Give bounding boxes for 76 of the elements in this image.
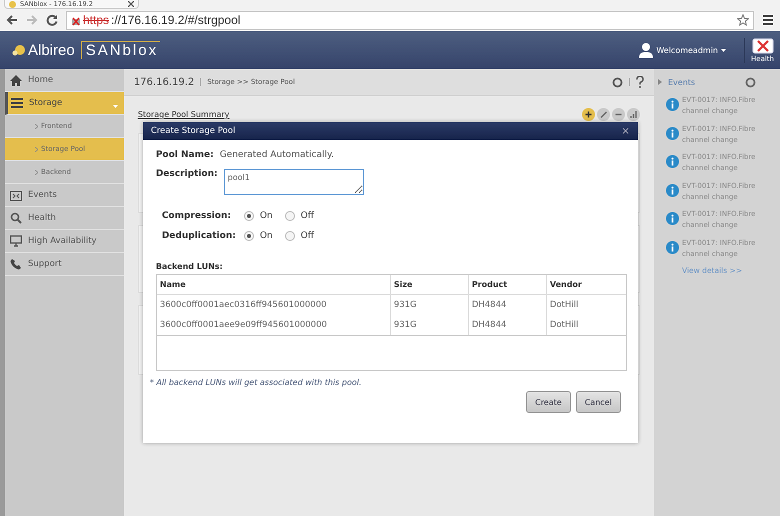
magnifier-icon — [10, 212, 22, 224]
logo-text: Albireo — [28, 42, 75, 58]
dialog-title: Create Storage Pool — [150, 126, 236, 136]
table-cell: 3600c0ff0001aee9e09ff945601000000 — [156, 315, 391, 335]
radio-button[interactable] — [284, 211, 295, 221]
favicon-icon — [9, 0, 16, 8]
logo-dots-icon — [12, 44, 26, 56]
menu-icon[interactable] — [762, 14, 774, 26]
home-icon — [10, 74, 22, 86]
table-cell-text: DotHill — [548, 299, 580, 312]
field-label: Description: — [156, 169, 218, 179]
user-icon — [639, 42, 654, 58]
user-menu[interactable]: Welcomeadmin — [656, 46, 718, 54]
address-bar[interactable]: https ://176.16.19.2/#/strgpool — [66, 10, 754, 30]
radio-label: Off — [300, 231, 314, 241]
sidebar-item[interactable]: Health — [5, 207, 124, 230]
radio-label: Off — [300, 211, 314, 221]
option-label: Deduplication: — [162, 231, 237, 241]
chevron-icon — [35, 170, 38, 174]
column-header: Product — [468, 275, 547, 294]
radio-button[interactable] — [284, 231, 295, 241]
help-icon[interactable] — [636, 76, 644, 88]
table-cell-text: DotHill — [548, 319, 580, 332]
radio-label: On — [260, 211, 273, 221]
chevron-icon — [35, 146, 38, 152]
dialog-button[interactable]: Cancel — [576, 391, 621, 413]
close-icon[interactable] — [128, 1, 134, 7]
sidebar-item[interactable]: High Availability — [5, 230, 124, 253]
radio-label: On — [260, 231, 273, 241]
table-cell: DH4844 — [468, 315, 547, 335]
list-icon — [11, 98, 23, 108]
sidebar-item[interactable]: Support — [5, 253, 124, 276]
error-x-icon — [752, 38, 774, 54]
option-label: Compression: — [162, 211, 232, 221]
column-header: Name — [156, 275, 391, 294]
info-icon — [666, 212, 679, 225]
panel-title: Events — [668, 78, 696, 86]
bookmark-star-icon[interactable] — [737, 14, 749, 26]
back-icon[interactable] — [6, 14, 18, 26]
url-scheme: https — [83, 13, 110, 27]
add-icon[interactable] — [582, 108, 595, 121]
bar-graph-icon[interactable] — [627, 108, 640, 121]
radio-button[interactable] — [244, 211, 254, 221]
info-icon — [666, 126, 679, 140]
phone-icon — [10, 258, 22, 270]
product-name: SANblox — [80, 41, 160, 59]
host-address: 176.16.19.2 — [134, 76, 194, 88]
table-cell: 931G — [390, 295, 469, 315]
table-cell: DH4844 — [468, 295, 547, 315]
caret-icon[interactable] — [721, 48, 726, 52]
pencil-icon[interactable] — [597, 108, 610, 121]
note-text: * All backend LUNs will get associated with this pool. — [150, 378, 363, 387]
table-cell: 3600c0ff0001aec0316ff945601000000 — [156, 295, 391, 315]
table-title: Backend LUNs: — [156, 262, 224, 271]
dialog-button[interactable]: Create — [526, 391, 571, 413]
info-icon — [666, 184, 679, 196]
info-icon — [666, 155, 679, 168]
column-header: Vendor — [548, 279, 583, 291]
url-text: ://176.16.19.2/#/strgpool — [111, 13, 240, 27]
description-field[interactable]: pool1 — [224, 169, 364, 195]
sidebar-item[interactable]: Storage — [5, 92, 124, 115]
chevron-icon — [35, 124, 38, 128]
insecure-lock-icon — [71, 14, 81, 26]
close-button[interactable]: × — [621, 126, 630, 136]
section-title: Storage Pool Summary — [138, 110, 230, 119]
monitor-icon — [10, 235, 22, 247]
remove-icon[interactable] — [612, 108, 625, 121]
column-header: Size — [390, 275, 469, 294]
field-label: Pool Name: — [156, 150, 214, 160]
sidebar-item[interactable]: Events — [5, 184, 124, 207]
reload-icon[interactable] — [46, 14, 58, 26]
radio-button[interactable] — [244, 231, 254, 241]
pool-name-value: Generated Automatically. — [220, 150, 334, 160]
info-icon — [666, 240, 679, 254]
info-icon — [666, 98, 679, 111]
table-cell: 931G — [390, 315, 469, 335]
